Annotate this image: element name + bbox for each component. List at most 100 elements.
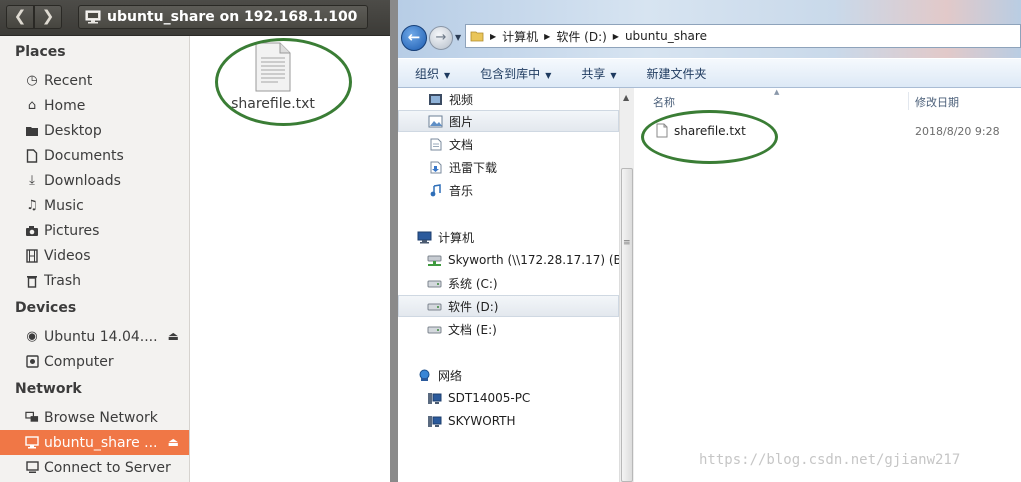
new-folder-button[interactable]: 新建文件夹 bbox=[647, 65, 707, 82]
column-label: 名称 bbox=[653, 96, 675, 109]
column-divider[interactable] bbox=[908, 92, 909, 110]
nav-item-label: Skyworth (\\172.28.17.17) (B:) bbox=[448, 253, 631, 267]
sidebar-item-computer[interactable]: Computer bbox=[0, 349, 189, 374]
toolbar-label: 包含到库中 bbox=[480, 66, 541, 81]
address-bar[interactable]: ▶ 计算机 ▶ 软件 (D:) ▶ ubuntu_share bbox=[465, 24, 1021, 48]
network-icon bbox=[419, 369, 430, 381]
caret-down-icon: ▼ bbox=[545, 70, 552, 80]
toolbar-label: 组织 bbox=[415, 66, 440, 81]
annotation-circle bbox=[641, 110, 778, 164]
window-title: ubuntu_share on 192.168.1.100 bbox=[107, 9, 358, 25]
sidebar-item-label: Connect to Server bbox=[44, 459, 171, 476]
nautilus-titlebar: ❮ ❯ ubuntu_share on 192.168.1.100 bbox=[0, 0, 390, 36]
section-network: Network bbox=[15, 381, 82, 397]
caret-down-icon: ▼ bbox=[444, 70, 451, 80]
nav-item-skyworth[interactable]: SKYWORTH bbox=[398, 410, 619, 432]
organize-button[interactable]: 组织 ▼ bbox=[415, 65, 450, 82]
sidebar-item-music[interactable]: ♫ Music bbox=[0, 193, 189, 218]
sidebar-item-desktop[interactable]: Desktop bbox=[0, 118, 189, 143]
scrollbar-thumb[interactable] bbox=[621, 168, 633, 482]
sort-ascending-icon: ▲ bbox=[774, 88, 780, 96]
explorer-toolbar: 组织 ▼ 包含到库中 ▼ 共享 ▼ 新建文件夹 bbox=[398, 58, 1021, 88]
sidebar-item-ubuntu-disc[interactable]: ◉ Ubuntu 14.04.... ⏏ bbox=[0, 324, 189, 349]
explorer-titlebar: ← → ▼ ▶ 计算机 ▶ 软件 (D:) ▶ ubuntu_share bbox=[398, 0, 1021, 58]
sidebar-item-home[interactable]: ⌂ Home bbox=[0, 93, 189, 118]
sidebar-item-trash[interactable]: Trash bbox=[0, 268, 189, 293]
folder-icon bbox=[470, 31, 484, 42]
sidebar-item-ubuntu-share[interactable]: ubuntu_share ... ⏏ bbox=[0, 430, 189, 455]
column-header-name[interactable]: 名称 bbox=[653, 94, 675, 110]
nav-item-documents[interactable]: 文档 bbox=[398, 133, 619, 155]
toolbar-label: 共享 bbox=[581, 66, 606, 81]
history-dropdown-icon[interactable]: ▼ bbox=[455, 33, 461, 42]
arrow-left-icon: ← bbox=[407, 28, 421, 46]
nav-item-xunlei-downloads[interactable]: 迅雷下载 bbox=[398, 156, 619, 178]
nav-item-skyworth-drive[interactable]: Skyworth (\\172.28.17.17) (B:) bbox=[398, 249, 631, 271]
window-divider bbox=[390, 0, 398, 482]
forward-button[interactable]: ❯ bbox=[34, 5, 62, 29]
share-button[interactable]: 共享 ▼ bbox=[581, 65, 616, 82]
breadcrumb-drive-d[interactable]: 软件 (D:) bbox=[556, 28, 606, 45]
nav-item-sdt14005-pc[interactable]: SDT14005-PC bbox=[398, 387, 619, 409]
sidebar-item-pictures[interactable]: Pictures bbox=[0, 218, 189, 243]
breadcrumb-arrow-icon: ▶ bbox=[612, 31, 619, 41]
nav-item-videos[interactable]: 视频 bbox=[398, 88, 619, 110]
nav-item-computer[interactable]: 计算机 bbox=[398, 226, 619, 248]
explorer-window: ← → ▼ ▶ 计算机 ▶ 软件 (D:) ▶ ubuntu_share 组织 ▼… bbox=[398, 0, 1021, 482]
nautilus-window: ❮ ❯ ubuntu_share on 192.168.1.100 Places… bbox=[0, 0, 390, 482]
sidebar-item-label: Pictures bbox=[44, 222, 100, 239]
film-icon bbox=[25, 248, 39, 263]
breadcrumb-arrow-icon: ▶ bbox=[544, 31, 551, 41]
back-button[interactable]: ❮ bbox=[6, 5, 34, 29]
navigation-pane: 视频 图片 文档 迅雷下载 音乐 计算机 Skyworth (\\172.28.… bbox=[398, 88, 634, 482]
toolbar-label: 新建文件夹 bbox=[646, 66, 707, 81]
nav-item-label: 软件 (D:) bbox=[448, 299, 499, 314]
navigation-scrollbar[interactable]: ▲ ≡ bbox=[619, 88, 634, 482]
server-icon bbox=[25, 461, 39, 475]
file-modified-date: 2018/8/20 9:28 bbox=[915, 125, 1000, 138]
breadcrumb-computer[interactable]: 计算机 bbox=[502, 28, 538, 45]
document-library-icon bbox=[430, 138, 442, 150]
arrow-right-icon: → bbox=[435, 30, 447, 45]
music-library-icon bbox=[430, 183, 441, 196]
nav-item-drive-d[interactable]: 软件 (D:) bbox=[398, 295, 619, 317]
sidebar-item-documents[interactable]: Documents bbox=[0, 143, 189, 168]
computer-icon bbox=[417, 231, 432, 243]
back-button[interactable]: ← bbox=[401, 25, 427, 51]
drive-icon bbox=[427, 280, 442, 287]
section-places: Places bbox=[15, 44, 66, 60]
sidebar-item-downloads[interactable]: ⤓ Downloads bbox=[0, 168, 189, 193]
nav-item-network[interactable]: 网络 bbox=[398, 364, 619, 386]
chevron-right-icon: ❯ bbox=[41, 7, 55, 25]
sidebar-item-recent[interactable]: ◷ Recent bbox=[0, 68, 189, 93]
download-library-icon bbox=[430, 161, 442, 173]
nav-item-label: 网络 bbox=[438, 368, 463, 383]
forward-button[interactable]: → bbox=[429, 26, 453, 50]
breadcrumb-ubuntu-share[interactable]: ubuntu_share bbox=[625, 29, 707, 43]
sidebar-item-connect-to-server[interactable]: Connect to Server bbox=[0, 455, 189, 480]
nav-item-drive-c[interactable]: 系统 (C:) bbox=[398, 272, 619, 294]
annotation-circle bbox=[215, 38, 352, 126]
scroll-up-icon[interactable]: ▲ bbox=[623, 93, 629, 102]
nav-item-label: 视频 bbox=[449, 92, 474, 107]
chevron-left-icon: ❮ bbox=[13, 7, 27, 25]
sidebar-item-browse-network[interactable]: Browse Network bbox=[0, 405, 189, 430]
sidebar-item-videos[interactable]: Videos bbox=[0, 243, 189, 268]
include-in-library-button[interactable]: 包含到库中 ▼ bbox=[480, 65, 551, 82]
document-icon bbox=[25, 148, 39, 163]
clock-icon: ◷ bbox=[26, 72, 38, 88]
column-header-modified[interactable]: 修改日期 bbox=[915, 94, 959, 110]
sidebar-item-label: Recent bbox=[44, 72, 93, 89]
drive-icon bbox=[25, 355, 39, 369]
download-icon: ⤓ bbox=[29, 172, 35, 188]
location-button[interactable]: ubuntu_share on 192.168.1.100 bbox=[78, 5, 369, 29]
picture-library-icon bbox=[428, 115, 443, 127]
eject-icon[interactable]: ⏏ bbox=[168, 329, 179, 343]
eject-icon[interactable]: ⏏ bbox=[168, 435, 179, 449]
nav-item-music[interactable]: 音乐 bbox=[398, 179, 619, 201]
nav-item-label: SKYWORTH bbox=[448, 414, 516, 428]
network-folder-icon bbox=[85, 10, 101, 24]
sidebar-item-label: Music bbox=[44, 197, 84, 214]
nav-item-drive-e[interactable]: 文档 (E:) bbox=[398, 318, 619, 340]
nav-item-pictures[interactable]: 图片 bbox=[398, 110, 619, 132]
